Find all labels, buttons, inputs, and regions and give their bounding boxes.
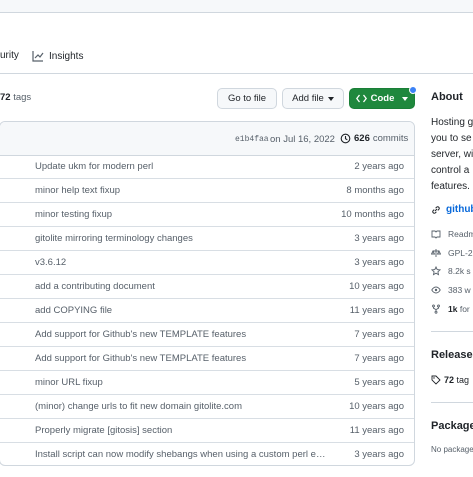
about-desc-line: control a [431,165,470,176]
commit-age: 8 months ago [346,185,404,196]
browser-top-strip [0,0,473,13]
commits-label: commits [372,133,409,144]
commit-age: 7 years ago [354,329,404,340]
readme-link[interactable]: Readm [448,229,473,239]
code-button[interactable]: Code [349,86,417,109]
license-link[interactable]: GPL-2 [448,248,473,258]
commit-age: 11 years ago [349,305,404,316]
stars-count[interactable]: 8.2k s [448,266,471,276]
tags-link[interactable]: 72 tags [0,92,31,103]
go-to-file-label: Go to file [227,93,267,104]
forks-link[interactable]: 1k for [448,304,470,314]
table-row: Properly migrate [gitosis] section 11 yea… [0,419,414,443]
commit-age: 3 years ago [354,449,404,460]
star-icon [431,266,441,276]
commit-age: 10 years ago [349,401,404,412]
tab-insights-label: Insights [49,50,84,62]
packages-text: No package [431,445,473,454]
commit-message-link[interactable]: add COPYING file [35,305,112,316]
commits-link[interactable]: 626 commits [340,133,408,144]
law-icon [431,249,441,257]
commit-age: 5 years ago [354,377,404,388]
commit-message-link[interactable]: Properly migrate [gitosis] section [35,425,172,436]
about-desc-line: Hosting g [431,117,473,128]
releases-title[interactable]: Releases [431,349,473,361]
table-row: Update ukm for modern perl 2 years ago [0,155,414,179]
graph-icon [32,51,44,62]
commit-message-link[interactable]: gitolite mirroring terminology changes [35,233,193,244]
watchers-count[interactable]: 383 w [448,285,471,295]
commit-message-link[interactable]: v3.6.12 [35,257,66,268]
releases-tags-link[interactable]: 72 tag [444,375,469,385]
book-icon [431,230,441,239]
commit-age: 10 months ago [341,209,404,220]
go-to-file-button[interactable]: Go to file [217,88,277,109]
commit-date: on Jul 16, 2022 [270,134,335,145]
commit-sha[interactable]: e1b4faa [235,135,269,144]
table-row: gitolite mirroring terminology changes 3 … [0,227,414,251]
commit-age: 2 years ago [354,161,404,172]
commit-message-link[interactable]: minor help text fixup [35,185,120,196]
table-row: minor URL fixup 5 years ago [0,371,414,395]
commit-message-link[interactable]: minor testing fixup [35,209,112,220]
table-row: v3.6.12 3 years ago [0,251,414,275]
homepage-link[interactable]: github [446,202,473,217]
about-sidebar: About Hosting g you to se server, wi con… [431,0,473,477]
commit-message-link[interactable]: Add support for Github's new TEMPLATE fe… [35,353,246,364]
latest-commit-bar: e1b4faa on Jul 16, 2022 626 commits [0,122,414,156]
eye-icon [431,286,441,294]
add-file-label: Add file [292,93,324,104]
releases-count: 72 [444,375,455,385]
commit-message-link[interactable]: Add support for Github's new TEMPLATE fe… [35,329,246,340]
packages-title[interactable]: Packages [431,420,473,432]
commit-age: 3 years ago [354,257,404,268]
table-row: minor testing fixup 10 months ago [0,203,414,227]
about-desc-line: server, wi [431,149,473,160]
table-row: add COPYING file 11 years ago [0,299,414,323]
tag-icon [431,375,441,385]
link-icon [432,206,440,214]
commit-age: 11 years ago [349,425,404,436]
add-file-button[interactable]: Add file [282,88,344,109]
repo-nav-tabs: urity Insights [0,40,473,74]
commit-age: 10 years ago [349,281,404,292]
tab-insights[interactable]: Insights [32,50,83,62]
tags-count: 72 [0,92,11,103]
tags-label: tags [13,92,32,103]
table-row: Install script can now modify shebangs w… [0,443,414,465]
commit-message-link[interactable]: Update ukm for modern perl [35,161,153,172]
forks-label: for [459,304,470,314]
commit-message-link[interactable]: (minor) change urls to fit new domain gi… [35,401,242,412]
file-list: e1b4faa on Jul 16, 2022 626 commits Upda… [0,121,415,466]
code-label: Code [370,93,395,104]
about-desc-line: features. [431,181,470,192]
notification-dot [409,86,417,94]
chevron-down-icon [402,96,409,101]
fork-icon [432,304,440,314]
tab-security-label: urity [0,50,19,61]
commits-count: 626 [354,133,370,144]
commit-age: 7 years ago [354,353,404,364]
releases-label: tag [456,375,470,385]
table-row: Add support for Github's new TEMPLATE fe… [0,347,414,371]
table-row: minor help text fixup 8 months ago [0,179,414,203]
commit-message-link[interactable]: add a contributing document [35,281,155,292]
tab-security[interactable]: urity [0,50,19,61]
table-row: Add support for Github's new TEMPLATE fe… [0,323,414,347]
sidebar-divider [431,331,473,332]
code-icon [355,94,367,103]
sidebar-divider [431,402,473,403]
about-desc-line: you to se [431,133,472,144]
commit-message-link[interactable]: minor URL fixup [35,377,103,388]
table-row: add a contributing document 10 years ago [0,275,414,299]
chevron-down-icon [327,96,334,101]
table-row: (minor) change urls to fit new domain gi… [0,395,414,419]
commit-message-link[interactable]: Install script can now modify shebangs w… [35,449,327,460]
history-icon [340,133,351,144]
commit-age: 3 years ago [354,233,404,244]
about-title: About [431,91,463,103]
forks-count: 1k [448,304,458,314]
